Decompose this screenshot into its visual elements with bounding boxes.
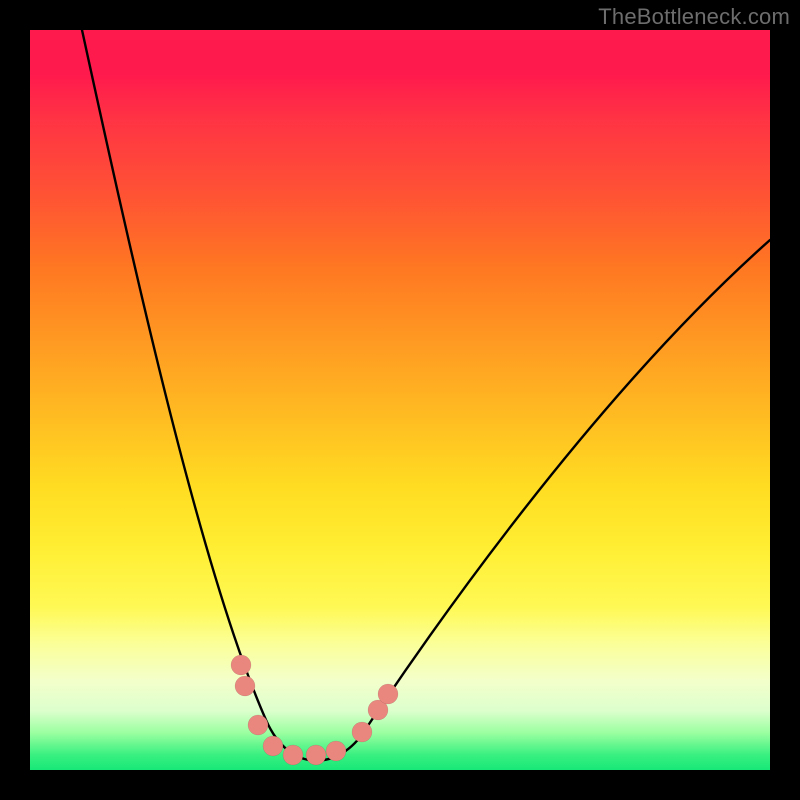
marker-dot [352,722,372,742]
marker-dot [235,676,255,696]
highlight-markers [231,655,398,765]
marker-dot [378,684,398,704]
chart-plot-area [30,30,770,770]
marker-dot [248,715,268,735]
chart-svg [30,30,770,770]
marker-dot [231,655,251,675]
marker-dot [326,741,346,761]
watermark-text: TheBottleneck.com [598,4,790,30]
marker-dot [263,736,283,756]
marker-dot [283,745,303,765]
marker-dot [306,745,326,765]
bottleneck-curve [82,30,770,761]
